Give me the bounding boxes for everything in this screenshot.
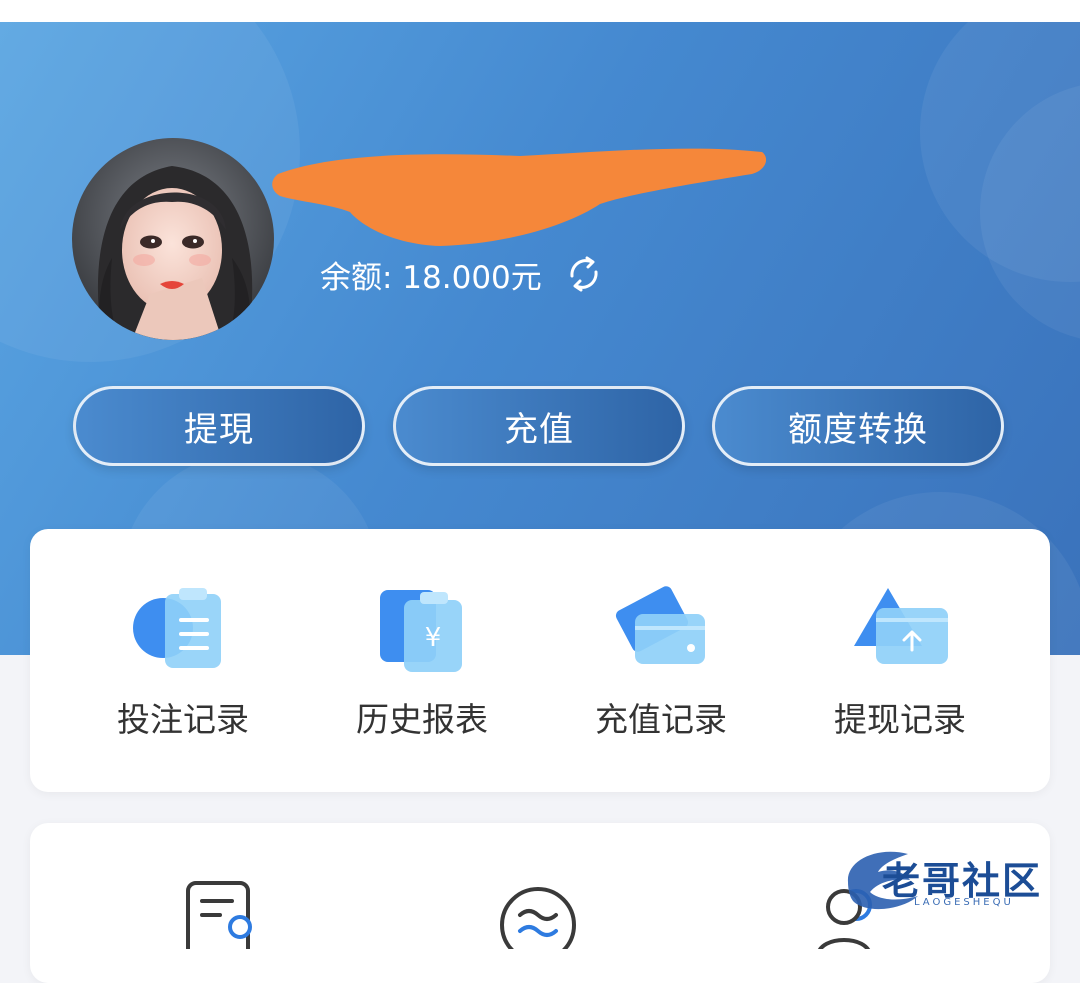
quick-link-recharge-records[interactable]: 充值记录 — [541, 529, 781, 792]
balance-row: 余额: 18.000元 — [320, 254, 604, 296]
quick-links-card: 投注记录 ¥ 历史报表 充值记录 提现记录 — [30, 529, 1050, 792]
avatar[interactable] — [72, 138, 274, 340]
watermark-logo: 老哥社区 LAOGESHEQU — [838, 842, 1070, 918]
refresh-icon[interactable] — [564, 254, 604, 294]
quick-link-history-report[interactable]: ¥ 历史报表 — [302, 529, 542, 792]
balance-text: 余额: 18.000元 — [320, 259, 542, 296]
recharge-button[interactable]: 充值 — [393, 386, 685, 466]
wallet-icon — [615, 586, 705, 664]
quick-link-label: 充值记录 — [595, 700, 727, 739]
quick-link-label: 投注记录 — [117, 700, 249, 739]
transfer-button[interactable]: 额度转换 — [712, 386, 1004, 466]
clipboard-list-icon — [133, 588, 221, 668]
document-badge-icon[interactable] — [180, 879, 260, 949]
svg-text:¥: ¥ — [425, 623, 442, 653]
status-bar-area — [0, 0, 1080, 22]
redacted-username — [272, 148, 767, 246]
quick-link-label: 提现记录 — [834, 700, 966, 739]
yuan-document-icon: ¥ — [380, 590, 462, 672]
quick-link-withdraw-records[interactable]: 提现记录 — [780, 529, 1020, 792]
watermark-subtext: LAOGESHEQU — [914, 897, 1014, 908]
quick-link-label: 历史报表 — [356, 700, 488, 739]
withdraw-button[interactable]: 提現 — [73, 386, 365, 466]
quick-link-bet-records[interactable]: 投注记录 — [63, 529, 303, 792]
waves-circle-icon[interactable] — [498, 879, 578, 949]
upload-box-icon — [854, 588, 948, 664]
